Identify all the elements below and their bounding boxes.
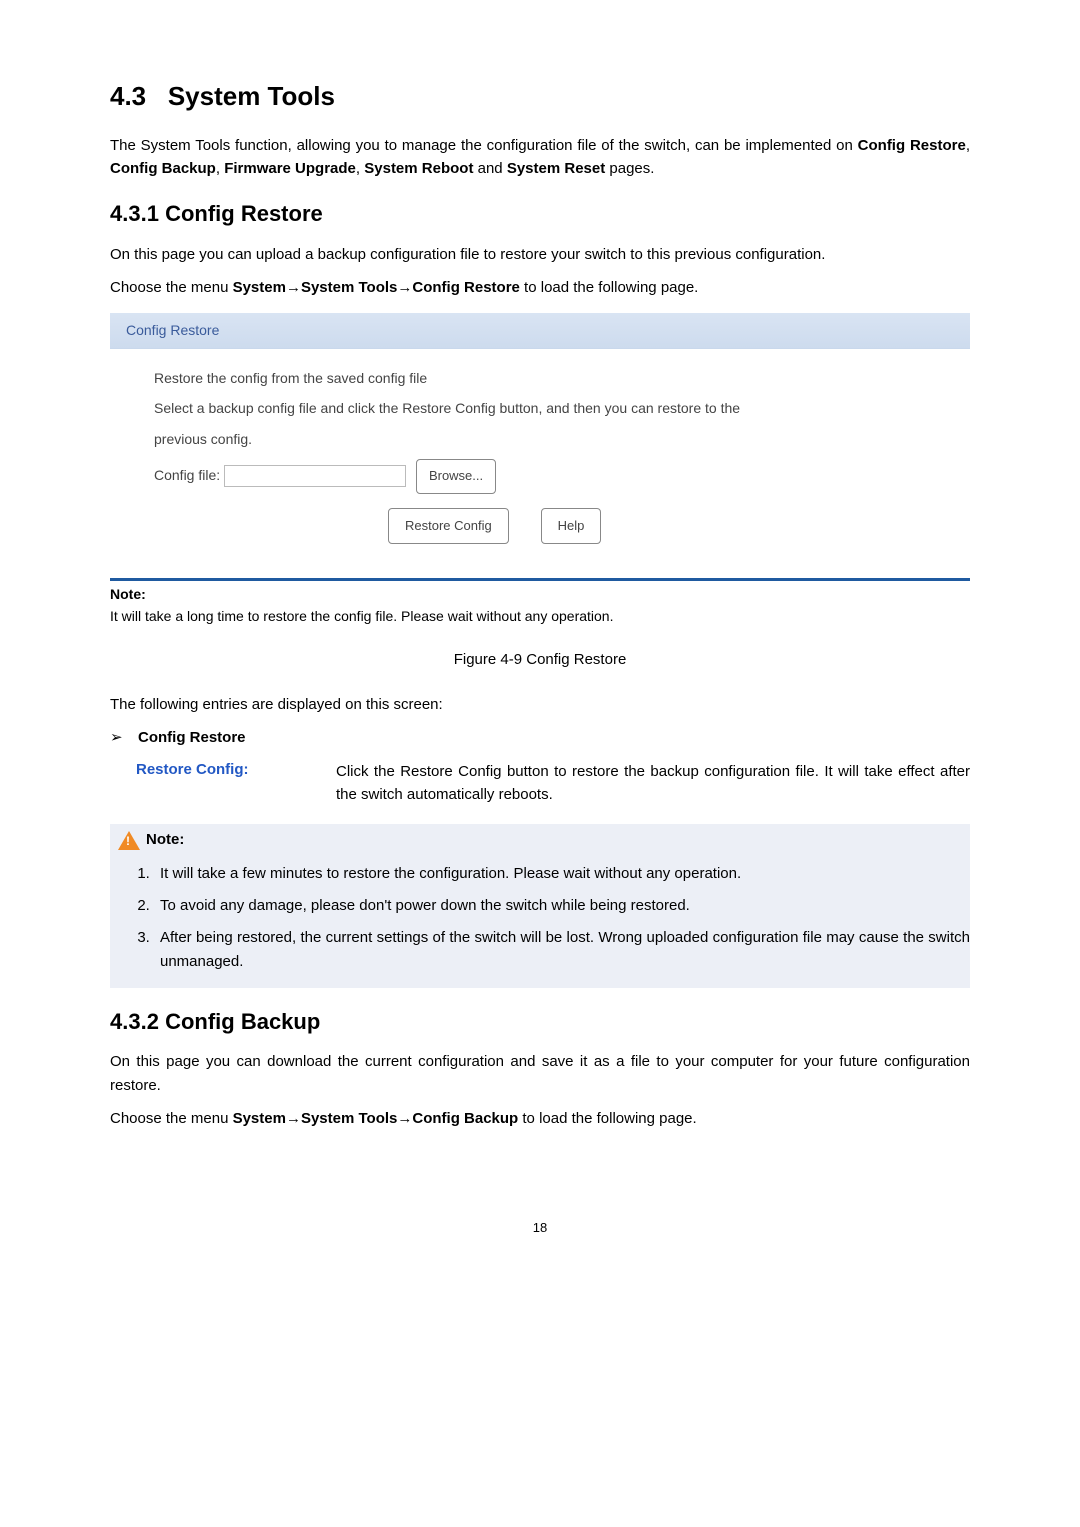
section-intro-pre: The System Tools function, allowing you … (110, 137, 858, 154)
sub1-title: Config Restore (165, 201, 323, 226)
panel-body: Restore the config from the saved config… (110, 349, 970, 561)
subsection-2-heading: 4.3.2 Config Backup (110, 1008, 970, 1037)
menu-system: System (233, 279, 286, 296)
panel-line1: Restore the config from the saved config… (154, 363, 926, 394)
note-box: Note: It will take a few minutes to rest… (110, 824, 970, 988)
kw-config-restore: Config Restore (858, 137, 966, 154)
restore-config-button[interactable]: Restore Config (388, 508, 509, 545)
section-title: System Tools (168, 81, 335, 111)
config-file-input[interactable] (224, 465, 406, 487)
panel-line2: Select a backup config file and click th… (154, 393, 926, 424)
sub2-menu: Choose the menu System→System Tools→Conf… (110, 1107, 970, 1130)
kw-system-reboot: System Reboot (364, 160, 473, 177)
kw-system-reset: System Reset (507, 160, 605, 177)
bullet-config-restore: ➢ Config Restore (110, 728, 970, 748)
button-row: Restore Config Help (374, 508, 926, 545)
note-box-title: Note: (146, 830, 184, 850)
section-intro-post: pages. (605, 160, 654, 177)
config-file-label: Config file: (154, 467, 220, 483)
sub2-menu-post: to load the following page. (518, 1110, 696, 1127)
panel-note-text: It will take a long time to restore the … (110, 607, 970, 625)
section-intro: The System Tools function, allowing you … (110, 134, 970, 181)
sub1-menu: Choose the menu System→System Tools→Conf… (110, 276, 970, 299)
page-number: 18 (110, 1220, 970, 1237)
note-list: It will take a few minutes to restore th… (110, 862, 970, 974)
sub1-menu-post: to load the following page. (520, 279, 698, 296)
bullet-label: Config Restore (138, 728, 246, 748)
menu2-system: System (233, 1110, 286, 1127)
panel-divider (110, 578, 970, 581)
subsection-1-heading: 4.3.1 Config Restore (110, 200, 970, 229)
sub1-menu-pre: Choose the menu (110, 279, 233, 296)
menu2-systools: System Tools (301, 1110, 397, 1127)
figure-caption: Figure 4-9 Config Restore (110, 650, 970, 670)
definition-row: Restore Config: Click the Restore Config… (136, 760, 970, 807)
file-row: Config file: Browse... (154, 459, 926, 494)
menu-configrestore: Config Restore (412, 279, 520, 296)
sub2-menu-pre: Choose the menu (110, 1110, 233, 1127)
bullet-icon: ➢ (110, 728, 138, 748)
menu2-configbackup: Config Backup (412, 1110, 518, 1127)
panel-header: Config Restore (110, 313, 970, 348)
note-item-3: After being restored, the current settin… (154, 926, 970, 974)
config-restore-panel: Config Restore Restore the config from t… (110, 313, 970, 625)
definition-term: Restore Config: (136, 760, 336, 807)
browse-button[interactable]: Browse... (416, 459, 496, 494)
kw-firmware-upgrade: Firmware Upgrade (224, 160, 356, 177)
section-number: 4.3 (110, 81, 146, 111)
warning-icon (118, 831, 140, 850)
sub2-number: 4.3.2 (110, 1009, 159, 1034)
kw-config-backup: Config Backup (110, 160, 216, 177)
help-button[interactable]: Help (541, 508, 602, 545)
definition-text: Click the Restore Config button to resto… (336, 760, 970, 807)
note-box-header: Note: (110, 824, 970, 854)
sub1-desc: On this page you can upload a backup con… (110, 243, 970, 266)
note-item-2: To avoid any damage, please don't power … (154, 894, 970, 918)
menu-systools: System Tools (301, 279, 397, 296)
panel-line3: previous config. (154, 424, 926, 455)
sub1-number: 4.3.1 (110, 201, 159, 226)
sub2-desc: On this page you can download the curren… (110, 1050, 970, 1097)
panel-note-label: Note: (110, 585, 970, 603)
section-heading: 4.3 System Tools (110, 80, 970, 114)
sub2-title: Config Backup (165, 1009, 320, 1034)
entries-intro: The following entries are displayed on t… (110, 693, 970, 716)
note-item-1: It will take a few minutes to restore th… (154, 862, 970, 886)
